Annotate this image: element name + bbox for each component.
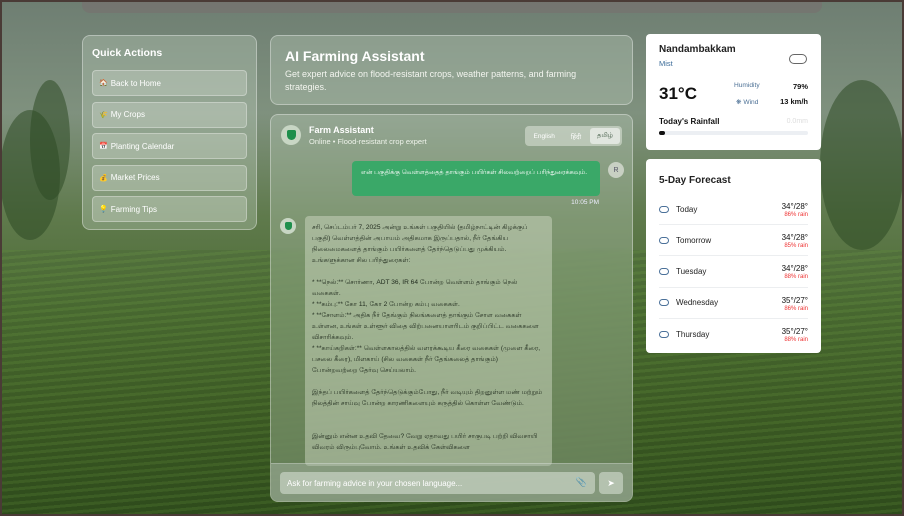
assistant-message: சரி, செப்டம்பர் 7, 2025 அன்று உங்கள் பகு… [305, 216, 552, 466]
forecast-rain: 88% rain [784, 274, 808, 281]
forecast-row: Wednesday 35°/27° 86% rain [659, 288, 808, 319]
assistant-header-card: AI Farming Assistant Get expert advice o… [270, 35, 633, 105]
weather-location: Nandambakkam [659, 44, 736, 55]
send-button[interactable]: ➤ [599, 472, 623, 494]
chat-input-placeholder: Ask for farming advice in your chosen la… [287, 478, 463, 488]
forecast-rain: 86% rain [784, 305, 808, 312]
rainfall-bar [659, 131, 808, 135]
wind-value: 13 km/h [780, 97, 808, 106]
wind-label: Wind [743, 99, 759, 106]
forecast-temp: 35°/27° [781, 295, 808, 305]
lightbulb-icon: 💡 [99, 206, 108, 213]
send-icon: ➤ [607, 477, 615, 488]
user-message-time: 10:05 PM [571, 199, 599, 206]
assistant-avatar [281, 125, 301, 145]
forecast-rain: 86% rain [784, 212, 808, 218]
forecast-day: Wednesday [676, 298, 719, 308]
forecast-card: 5-Day Forecast Today 34°/28° 86% rain To… [646, 159, 821, 353]
weather-card: Nandambakkam Mist 31°C Humidity 79% ❋ Wi… [646, 34, 821, 150]
forecast-rain: 88% rain [784, 336, 808, 343]
quick-action-my-crops[interactable]: 🌾 My Crops [92, 101, 247, 128]
crop-icon: 🌾 [99, 111, 108, 119]
cloud-rain-icon [659, 205, 669, 213]
quick-action-back-home[interactable]: 🏠 Back to Home [92, 70, 247, 96]
quick-action-label: Planting Calendar [110, 141, 175, 151]
forecast-day: Tuesday [676, 266, 707, 276]
top-nav-bar [82, 0, 822, 13]
humidity-label: Humidity [734, 82, 760, 89]
forecast-row: Thursday 35°/27° 88% rain [659, 319, 808, 350]
forecast-temp: 35°/27° [781, 326, 808, 336]
quick-actions-panel: Quick Actions 🏠 Back to Home 🌾 My Crops … [82, 35, 257, 230]
assistant-name: Farm Assistant [309, 124, 374, 135]
page-subtitle: Get expert advice on flood-resistant cro… [285, 69, 577, 92]
calendar-icon: 📅 [99, 143, 108, 150]
user-message: என் பகுதிக்கு வெள்ளத்தைத் தாங்கும் பயிர்… [352, 161, 600, 196]
quick-action-market-prices[interactable]: 💰 Market Prices [92, 164, 247, 191]
quick-action-label: My Crops [110, 110, 145, 119]
assistant-message-text: சரி, செப்டம்பர் 7, 2025 அன்று உங்கள் பகு… [312, 224, 543, 451]
cloud-rain-icon [659, 299, 669, 307]
humidity-value: 79% [792, 82, 808, 91]
quick-action-label: Farming Tips [110, 204, 157, 214]
forecast-temp: 34°/28° [781, 264, 808, 274]
home-icon: 🏠 [99, 80, 108, 87]
forecast-row: Today 34°/28° 86% rain [659, 194, 808, 226]
quick-actions-title: Quick Actions [92, 47, 163, 59]
chat-panel: Farm Assistant Online • Flood-resistant … [270, 114, 633, 502]
quick-action-planting-calendar[interactable]: 📅 Planting Calendar [92, 133, 247, 159]
forecast-rain: 85% rain [784, 243, 808, 250]
quick-action-label: Back to Home [110, 78, 161, 88]
language-switcher: English हिंदी தமிழ் [524, 126, 622, 146]
assistant-status: Online • Flood-resistant crop expert [309, 136, 427, 146]
forecast-temp: 34°/28° [781, 233, 808, 243]
cloud-icon [789, 54, 807, 64]
rainfall-label: Today's Rainfall [659, 117, 720, 126]
shield-icon [286, 130, 296, 140]
forecast-temp: 34°/28° [781, 202, 808, 211]
money-bag-icon: 💰 [99, 174, 108, 182]
shield-icon [284, 222, 292, 230]
chat-input-bar: Ask for farming advice in your chosen la… [271, 463, 632, 501]
forecast-day: Tomorrow [676, 235, 712, 245]
user-avatar: R [608, 162, 624, 178]
weather-temperature: 31°C [659, 84, 697, 103]
forecast-row: Tuesday 34°/28° 88% rain [659, 256, 808, 288]
page-title: AI Farming Assistant [285, 48, 425, 64]
language-hindi[interactable]: हिंदी [564, 128, 588, 144]
paperclip-icon[interactable]: 📎 [576, 477, 587, 488]
language-english[interactable]: English [527, 128, 562, 144]
forecast-day: Thursday [676, 329, 710, 339]
chat-input[interactable]: Ask for farming advice in your chosen la… [280, 472, 595, 494]
quick-action-label: Market Prices [110, 173, 160, 182]
cloud-rain-icon [659, 267, 669, 275]
assistant-avatar-small [280, 218, 296, 234]
chat-header: Farm Assistant Online • Flood-resistant … [271, 115, 632, 155]
cloud-rain-icon [659, 236, 669, 244]
forecast-row: Tomorrow 34°/28° 85% rain [659, 225, 808, 257]
rainfall-value: 0.0mm [786, 118, 808, 125]
forecast-title: 5-Day Forecast [659, 175, 731, 186]
quick-action-farming-tips[interactable]: 💡 Farming Tips [92, 196, 247, 222]
cloud-rain-icon [659, 330, 669, 338]
wind-label-wrap: ❋ Wind [736, 98, 758, 106]
forecast-day: Today [676, 204, 698, 214]
language-tamil[interactable]: தமிழ் [590, 128, 620, 144]
rainfall-bar-fill [659, 131, 665, 135]
weather-condition: Mist [659, 59, 673, 68]
